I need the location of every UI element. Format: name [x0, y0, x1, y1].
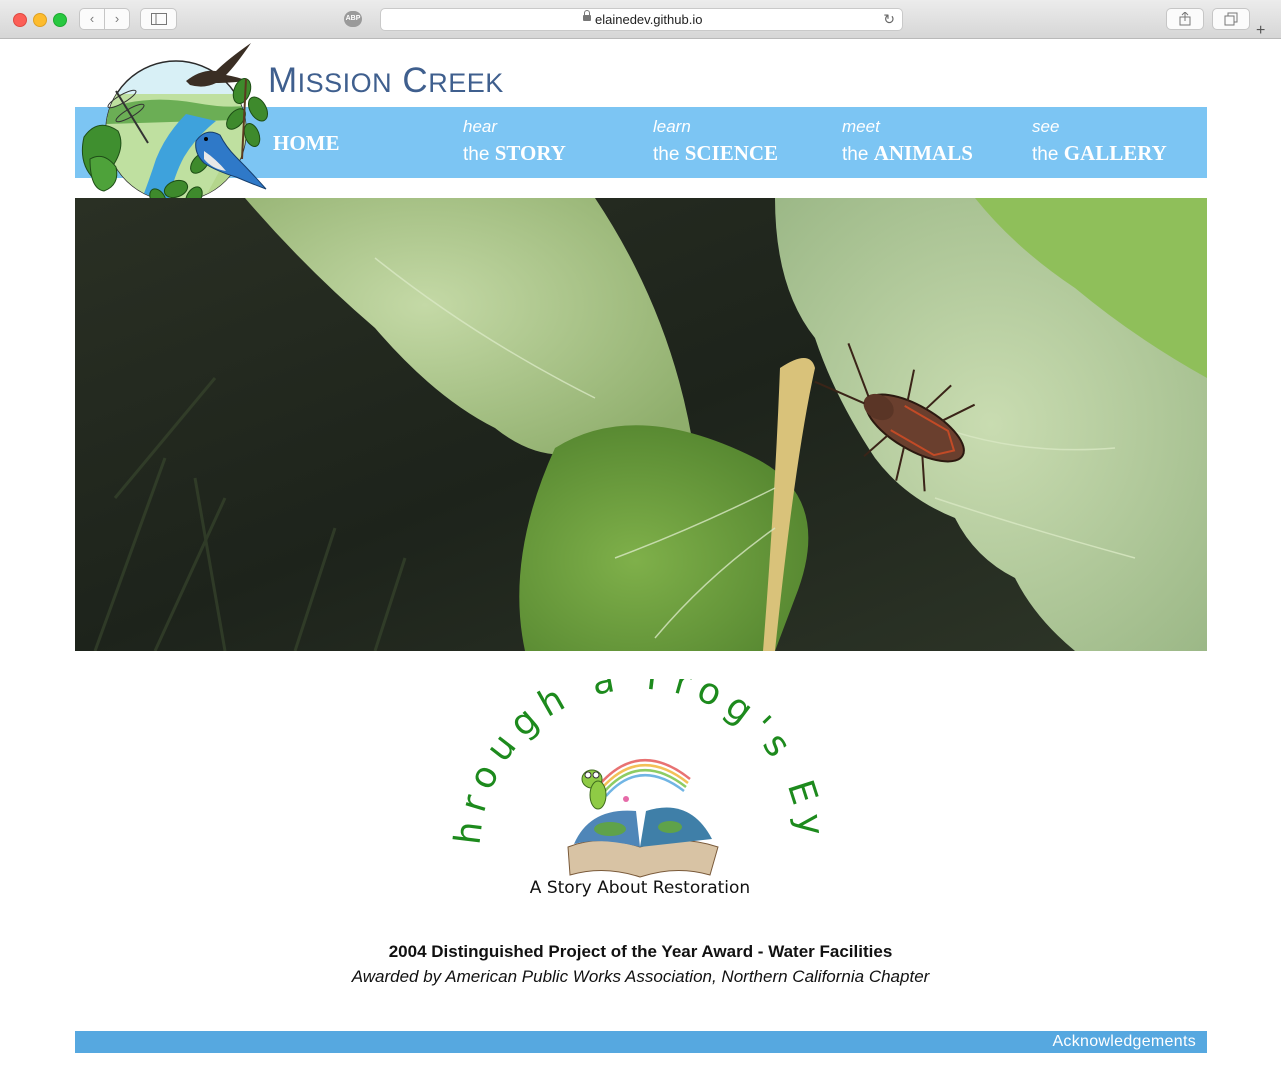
web-page: MISSION CREEK HOME hear the STORY learn …	[0, 39, 1281, 1069]
site-title-initial-1: M	[268, 61, 298, 100]
nav-science-prefix: learn	[653, 117, 691, 136]
nav-gallery-label: GALLERY	[1063, 141, 1167, 165]
sidebar-icon	[150, 13, 167, 25]
nav-science-label: SCIENCE	[684, 141, 779, 165]
nav-gallery-article: the	[1032, 144, 1059, 165]
address-bar[interactable]: elainedev.github.io ↻	[380, 8, 903, 31]
footer-bar: Acknowledgements	[75, 1031, 1207, 1053]
lock-icon	[583, 10, 591, 21]
nav-home-link[interactable]: HOME	[273, 131, 340, 156]
show-tabs-button[interactable]	[1212, 8, 1250, 30]
nav-story-prefix: hear	[463, 117, 498, 136]
award-title: 2004 Distinguished Project of the Year A…	[388, 942, 893, 961]
site-title[interactable]: MISSION CREEK	[268, 61, 504, 101]
sidebar-toggle-button[interactable]	[140, 8, 177, 30]
tabs-icon	[1224, 12, 1238, 26]
back-button[interactable]: ‹	[79, 8, 105, 30]
reload-icon[interactable]: ↻	[883, 11, 895, 28]
award-subtitle: Awarded by American Public Works Associa…	[351, 967, 930, 986]
new-tab-button[interactable]: +	[1256, 22, 1265, 40]
nav-animals-prefix: meet	[842, 117, 880, 136]
hero-image	[75, 198, 1207, 651]
nav-story-article: the	[463, 144, 490, 165]
close-window-button[interactable]	[13, 13, 27, 27]
chevron-left-icon: ‹	[89, 11, 95, 26]
nav-science-link[interactable]: learn the SCIENCE	[653, 117, 778, 166]
url-text: elainedev.github.io	[595, 12, 703, 27]
nav-science-article: the	[653, 144, 680, 165]
share-button[interactable]	[1166, 8, 1204, 30]
nav-story-label: STORY	[494, 141, 566, 165]
nav-gallery-link[interactable]: see the GALLERY	[1032, 117, 1167, 166]
zoom-window-button[interactable]	[53, 13, 67, 27]
forward-button[interactable]: ›	[104, 8, 130, 30]
site-title-initial-2: C	[402, 61, 429, 100]
acknowledgements-link[interactable]: Acknowledgements	[1052, 1033, 1196, 1051]
share-icon	[1179, 11, 1191, 26]
minimize-window-button[interactable]	[33, 13, 47, 27]
nav-story-link[interactable]: hear the STORY	[463, 117, 566, 166]
nav-gallery-prefix: see	[1032, 117, 1060, 136]
chevron-right-icon: ›	[114, 11, 120, 26]
site-title-rest-2: REEK	[428, 68, 504, 98]
mission-creek-logo[interactable]	[76, 39, 272, 209]
nav-animals-article: the	[842, 144, 869, 165]
frogs-eye-subtitle: A Story About Restoration	[530, 878, 750, 898]
nav-animals-label: ANIMALS	[873, 141, 973, 165]
frogs-eye-feature[interactable]: Through a Frog's Eye A Story About Resto…	[440, 679, 840, 899]
nav-animals-link[interactable]: meet the ANIMALS	[842, 117, 973, 166]
adblock-icon[interactable]: ABP	[344, 11, 362, 27]
browser-toolbar: ‹ › ABP elainedev.github.io ↻ +	[0, 0, 1281, 39]
site-title-rest-1: ISSION	[297, 68, 393, 98]
